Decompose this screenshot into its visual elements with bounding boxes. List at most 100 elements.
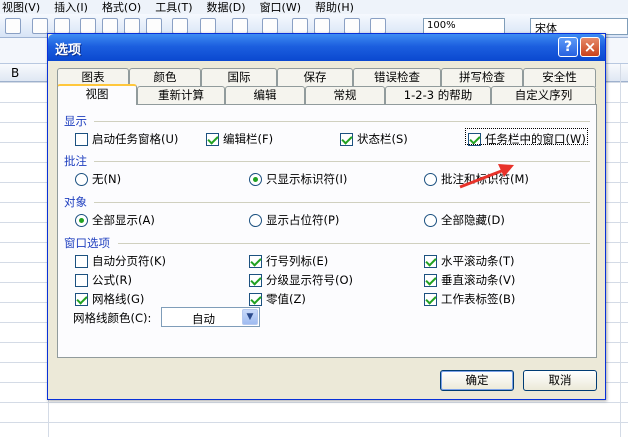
checkbox-box[interactable] bbox=[75, 254, 88, 268]
cut-icon[interactable] bbox=[80, 18, 96, 34]
focus-outline bbox=[465, 128, 588, 145]
gridline-color-value: 自动 bbox=[192, 312, 215, 326]
checkbox-box[interactable] bbox=[249, 292, 262, 306]
comments-group-label: 批注 bbox=[64, 154, 87, 168]
radio-label: 显示占位符(P) bbox=[266, 213, 340, 227]
radio-label: 只显示标识符(I) bbox=[266, 172, 348, 186]
radio-circle[interactable] bbox=[75, 213, 88, 227]
autosum-icon[interactable] bbox=[262, 18, 278, 34]
checkbox-box[interactable] bbox=[424, 273, 437, 287]
tab-edit[interactable]: 编辑 bbox=[225, 86, 305, 105]
formulas-checkbox[interactable]: 公式(R) bbox=[75, 272, 132, 288]
radio-circle[interactable] bbox=[75, 172, 88, 186]
radio-circle[interactable] bbox=[249, 172, 262, 186]
objects-show-all-radio[interactable]: 全部显示(A) bbox=[75, 212, 155, 228]
checkbox-box[interactable] bbox=[424, 254, 437, 268]
format-painter-icon[interactable] bbox=[146, 18, 162, 34]
tab-spelling[interactable]: 拼写检查 bbox=[441, 68, 523, 87]
tab-general[interactable]: 常规 bbox=[305, 86, 385, 105]
close-button[interactable]: × bbox=[580, 37, 600, 57]
paste-icon[interactable] bbox=[124, 18, 140, 34]
radio-label: 全部显示(A) bbox=[92, 213, 155, 227]
menu-bar: 视图(V) 插入(I) 格式(O) 工具(T) 数据(D) 窗口(W) 帮助(H… bbox=[0, 0, 628, 14]
formula-bar-checkbox[interactable]: 编辑栏(F) bbox=[206, 131, 273, 147]
column-header-b[interactable]: B bbox=[11, 66, 19, 80]
print-preview-icon[interactable] bbox=[5, 18, 21, 34]
group-divider bbox=[94, 121, 590, 122]
checkbox-label: 工作表标签(B) bbox=[441, 292, 516, 306]
sheet-tabs-checkbox[interactable]: 工作表标签(B) bbox=[424, 291, 515, 307]
gridline-color-select[interactable]: 自动 ▼ bbox=[161, 307, 260, 327]
menu-help[interactable]: 帮助(H) bbox=[315, 0, 354, 15]
outline-symbols-checkbox[interactable]: 分级显示符号(O) bbox=[249, 272, 353, 288]
menu-tools[interactable]: 工具(T) bbox=[155, 0, 192, 15]
spelling-icon[interactable] bbox=[32, 18, 48, 34]
checkbox-label: 公式(R) bbox=[92, 273, 132, 287]
menu-window[interactable]: 窗口(W) bbox=[260, 0, 301, 15]
zero-values-checkbox[interactable]: 零值(Z) bbox=[249, 291, 306, 307]
radio-label: 无(N) bbox=[92, 172, 122, 186]
copy-icon[interactable] bbox=[102, 18, 118, 34]
tab-calculation[interactable]: 重新计算 bbox=[137, 86, 225, 105]
help-button[interactable]: ? bbox=[558, 37, 578, 57]
vertical-scroll-checkbox[interactable]: 垂直滚动条(V) bbox=[424, 272, 515, 288]
tab-custom-lists[interactable]: 自定义序列 bbox=[491, 86, 596, 105]
radio-label: 全部隐藏(D) bbox=[441, 213, 505, 227]
checkbox-box[interactable] bbox=[249, 273, 262, 287]
show-group-label: 显示 bbox=[64, 114, 87, 128]
radio-circle[interactable] bbox=[424, 172, 437, 186]
checkbox-label: 水平滚动条(T) bbox=[441, 254, 515, 268]
menu-view[interactable]: 视图(V) bbox=[2, 0, 40, 15]
research-icon[interactable] bbox=[54, 18, 70, 34]
checkbox-box[interactable] bbox=[75, 273, 88, 287]
objects-show-placeholders-radio[interactable]: 显示占位符(P) bbox=[249, 212, 339, 228]
radio-circle[interactable] bbox=[249, 213, 262, 227]
redo-icon[interactable] bbox=[200, 18, 216, 34]
tab-international[interactable]: 国际 bbox=[201, 68, 277, 87]
dialog-titlebar[interactable]: 选项 ? × bbox=[48, 34, 605, 61]
grid-column-line bbox=[620, 64, 621, 437]
status-bar-checkbox[interactable]: 状态栏(S) bbox=[340, 131, 408, 147]
radio-circle[interactable] bbox=[424, 213, 437, 227]
dialog-title: 选项 bbox=[55, 43, 82, 58]
tab-save[interactable]: 保存 bbox=[277, 68, 353, 87]
comments-none-radio[interactable]: 无(N) bbox=[75, 171, 121, 187]
gridlines-checkbox[interactable]: 网格线(G) bbox=[75, 291, 144, 307]
checkbox-label: 编辑栏(F) bbox=[223, 132, 274, 146]
checkbox-box[interactable] bbox=[75, 132, 88, 146]
sort-descending-icon[interactable] bbox=[314, 18, 330, 34]
checkbox-label: 状态栏(S) bbox=[357, 132, 408, 146]
startup-task-pane-checkbox[interactable]: 启动任务窗格(U) bbox=[75, 131, 178, 147]
row-col-headers-checkbox[interactable]: 行号列标(E) bbox=[249, 253, 328, 269]
objects-group-label: 对象 bbox=[64, 195, 87, 209]
tab-view[interactable]: 视图 bbox=[57, 84, 137, 105]
checkbox-box[interactable] bbox=[249, 254, 262, 268]
undo-icon[interactable] bbox=[172, 18, 188, 34]
options-dialog: 选项 ? × 图表 颜色 国际 保存 错误检查 拼写检查 安全性 视图 重新计算… bbox=[47, 33, 606, 400]
checkbox-box[interactable] bbox=[424, 292, 437, 306]
menu-data[interactable]: 数据(D) bbox=[207, 0, 246, 15]
gridline-color-label: 网格线颜色(C): bbox=[73, 311, 152, 325]
horizontal-scroll-checkbox[interactable]: 水平滚动条(T) bbox=[424, 253, 515, 269]
chevron-down-icon[interactable]: ▼ bbox=[242, 309, 258, 325]
ok-button[interactable]: 确定 bbox=[440, 370, 514, 391]
menu-insert[interactable]: 插入(I) bbox=[54, 0, 88, 15]
tab-error-checking[interactable]: 错误检查 bbox=[353, 68, 441, 87]
tab-lotus-help[interactable]: 1-2-3 的帮助 bbox=[385, 86, 491, 105]
drawing-icon[interactable] bbox=[370, 18, 386, 34]
hyperlink-icon[interactable] bbox=[232, 18, 248, 34]
page-breaks-checkbox[interactable]: 自动分页符(K) bbox=[75, 253, 166, 269]
tab-security[interactable]: 安全性 bbox=[523, 68, 596, 87]
checkbox-label: 行号列标(E) bbox=[266, 254, 329, 268]
sort-ascending-icon[interactable] bbox=[292, 18, 308, 34]
comments-indicator-only-radio[interactable]: 只显示标识符(I) bbox=[249, 171, 347, 187]
cancel-button[interactable]: 取消 bbox=[523, 370, 597, 391]
checkbox-label: 自动分页符(K) bbox=[92, 254, 167, 268]
tab-color[interactable]: 颜色 bbox=[129, 68, 201, 87]
checkbox-box[interactable] bbox=[206, 132, 219, 146]
checkbox-box[interactable] bbox=[75, 292, 88, 306]
chart-wizard-icon[interactable] bbox=[344, 18, 360, 34]
menu-format[interactable]: 格式(O) bbox=[102, 0, 141, 15]
objects-hide-all-radio[interactable]: 全部隐藏(D) bbox=[424, 212, 505, 228]
checkbox-box[interactable] bbox=[340, 132, 353, 146]
